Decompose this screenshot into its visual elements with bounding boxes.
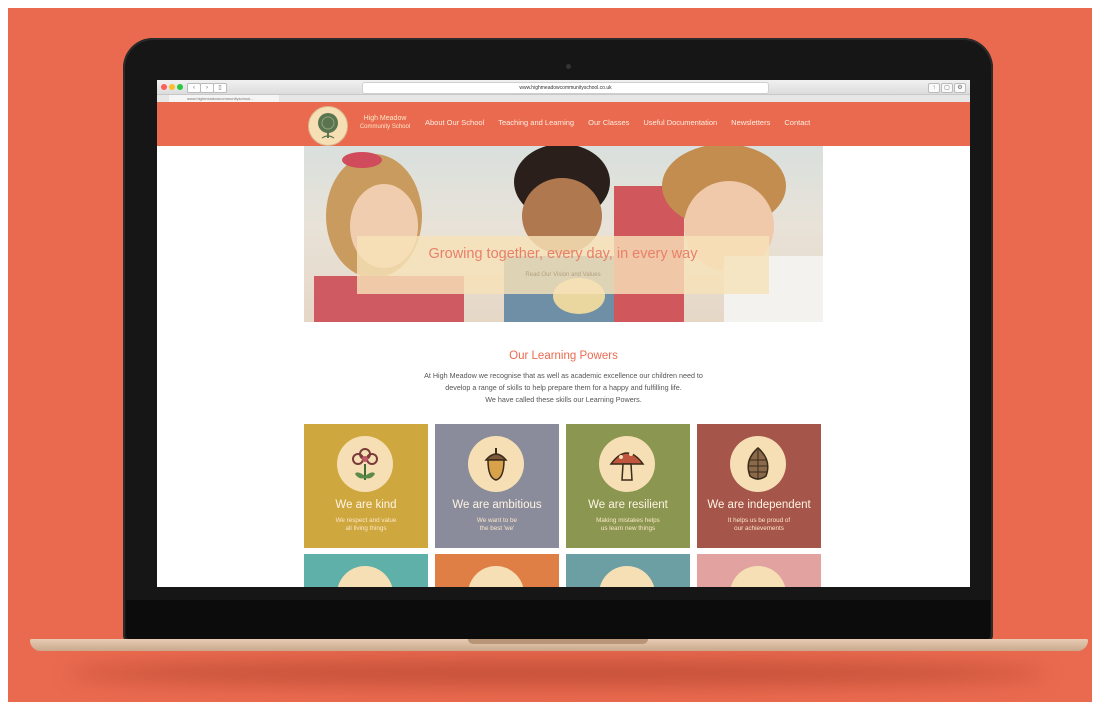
browser-tab[interactable]: www.highmeadowcommunityschool...	[169, 95, 279, 102]
laptop-shadow	[68, 660, 1048, 686]
camera-icon	[566, 64, 571, 69]
power-desc-line1: Making mistakes helps	[596, 517, 660, 524]
school-logo[interactable]	[308, 106, 348, 146]
power-desc-line1: We want to be	[476, 517, 518, 524]
maximize-window-icon[interactable]	[177, 84, 183, 90]
nav-classes[interactable]: Our Classes	[588, 118, 629, 127]
power-title: We are ambitious	[452, 499, 542, 511]
flower-icon	[337, 436, 393, 492]
learning-powers-heading: Our Learning Powers	[509, 350, 618, 362]
power-tile-kind[interactable]: We are kind We respect and value all liv…	[304, 424, 428, 548]
owl-icon	[337, 566, 393, 587]
power-title: We are resilient	[588, 499, 668, 511]
glasses-icon	[599, 566, 655, 587]
tab-title: www.highmeadowcommunityschool...	[187, 96, 254, 101]
tree-icon	[318, 113, 338, 139]
nav-teaching[interactable]: Teaching and Learning	[498, 118, 574, 127]
hero-title: Growing together, every day, in every wa…	[428, 246, 698, 262]
laptop-screen: ‹ › ▯ www.highmeadowcommunityschool.co.u…	[157, 80, 970, 587]
nav-contact[interactable]: Contact	[784, 118, 810, 127]
power-desc-line1: It helps us be proud of	[727, 517, 791, 524]
butterfly-icon	[730, 566, 786, 587]
power-desc-line2: our achievements	[734, 525, 784, 533]
acorn-icon	[468, 436, 524, 492]
power-tile-ambitious[interactable]: We are ambitious We want to be the best …	[435, 424, 559, 548]
close-window-icon[interactable]	[161, 84, 167, 90]
power-tile-resilient[interactable]: We are resilient Making mistakes helps u…	[566, 424, 690, 548]
hero-banner: Growing together, every day, in every wa…	[357, 236, 769, 294]
url-text: www.highmeadowcommunityschool.co.uk	[519, 85, 612, 91]
browser-toolbar: ‹ › ▯ www.highmeadowcommunityschool.co.u…	[157, 80, 970, 95]
power-title: We are kind	[335, 499, 397, 511]
school-name-line1: High Meadow	[363, 115, 407, 122]
power-tile-row2-2[interactable]	[435, 554, 559, 587]
power-description: We want to be the best 'we'	[435, 517, 559, 534]
sidebar-icon[interactable]: ▯	[213, 83, 227, 93]
forward-arrow-icon[interactable]: ›	[200, 83, 214, 93]
bee-icon	[468, 566, 524, 587]
back-arrow-icon[interactable]: ‹	[187, 83, 201, 93]
power-tile-independent[interactable]: We are independent It helps us be proud …	[697, 424, 821, 548]
hero-image: Growing together, every day, in every wa…	[304, 146, 823, 322]
school-name-line2: Community School	[359, 124, 411, 130]
vision-values-link[interactable]: Read Our Vision and Values	[357, 272, 769, 278]
power-desc-line2: all living things	[345, 525, 387, 533]
learning-powers-intro: At High Meadow we recognise that as well…	[304, 370, 823, 406]
address-bar[interactable]: www.highmeadowcommunityschool.co.uk	[362, 82, 769, 94]
power-tile-row2-4[interactable]	[697, 554, 821, 587]
tabs-icon[interactable]: ▢	[941, 83, 953, 93]
nav-about[interactable]: About Our School	[425, 118, 484, 127]
pinecone-icon	[730, 436, 786, 492]
site-header: High Meadow Community School About Our S…	[157, 102, 970, 146]
power-description: It helps us be proud of our achievements	[697, 517, 821, 534]
nav-documentation[interactable]: Useful Documentation	[643, 118, 717, 127]
minimize-window-icon[interactable]	[169, 84, 175, 90]
power-tile-row2-1[interactable]	[304, 554, 428, 587]
intro-line-3: We have called these skills our Learning…	[485, 395, 642, 404]
power-desc-line2: the best 'we'	[479, 525, 515, 533]
laptop-bezel-bottom	[126, 600, 990, 640]
share-icon[interactable]: ↑	[928, 83, 940, 93]
power-description: Making mistakes helps us learn new thing…	[566, 517, 690, 534]
power-desc-line1: We respect and value	[335, 517, 397, 524]
settings-gear-icon[interactable]: ⚙	[954, 83, 966, 93]
power-tile-row2-3[interactable]	[566, 554, 690, 587]
intro-line-1: At High Meadow we recognise that as well…	[424, 371, 703, 380]
children-photo	[314, 146, 823, 322]
nav-newsletters[interactable]: Newsletters	[731, 118, 770, 127]
power-description: We respect and value all living things	[304, 517, 428, 534]
school-name[interactable]: High Meadow Community School	[353, 114, 417, 132]
laptop-notch	[468, 639, 648, 644]
power-title: We are independent	[707, 499, 811, 511]
main-nav: About Our School Teaching and Learning O…	[425, 118, 810, 127]
intro-line-2: develop a range of skills to help prepar…	[445, 383, 682, 392]
mushroom-icon	[599, 436, 655, 492]
power-desc-line2: us learn new things	[600, 525, 656, 533]
